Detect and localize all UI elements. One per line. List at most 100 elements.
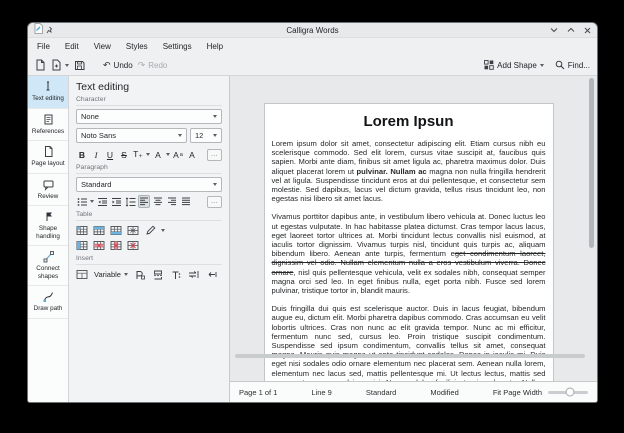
paragraph-more-button[interactable]: ... [207, 196, 222, 208]
insert-table-button[interactable] [76, 224, 88, 237]
zoom-slider[interactable] [548, 391, 588, 394]
titlebar[interactable]: Calligra Words [28, 23, 597, 38]
page-layout-icon [42, 145, 55, 158]
bullet-list-button[interactable] [76, 195, 88, 208]
variable-select[interactable]: Variable [94, 270, 128, 279]
open-dropdown-chevron-icon[interactable] [65, 64, 69, 67]
find-button[interactable]: Find... [555, 60, 590, 70]
tool-tabstrip: Text editing References Page layout Revi… [28, 76, 69, 402]
references-icon [42, 113, 55, 126]
grow-font-button[interactable]: Aa [172, 148, 184, 161]
tab-connect-shapes[interactable]: Connect shapes [28, 246, 68, 286]
redo-icon: ↷ [138, 61, 146, 70]
align-right-button[interactable] [166, 195, 178, 208]
chevron-down-icon [213, 183, 217, 186]
save-button[interactable] [74, 60, 85, 71]
swap-direction-button[interactable] [188, 268, 200, 281]
superscript-subscript-button[interactable]: T₊ [132, 148, 144, 161]
insert-column-button[interactable] [76, 239, 88, 252]
insert-row-below-button[interactable] [110, 224, 122, 237]
tab-draw-path[interactable]: Draw path [28, 286, 68, 319]
indent-more-button[interactable] [110, 195, 122, 208]
delete-row-button[interactable] [93, 239, 105, 252]
document-title: Lorem Ipsun [272, 113, 546, 130]
menu-settings[interactable]: Settings [163, 42, 192, 51]
align-justify-button[interactable] [180, 195, 192, 208]
pin-icon[interactable] [46, 23, 53, 39]
indent-less-button[interactable] [96, 195, 108, 208]
menu-view[interactable]: View [94, 42, 111, 51]
delete-table-button[interactable] [127, 239, 139, 252]
desktop: { "window": { "title": "Calligra Words" … [0, 0, 624, 433]
window-title: Calligra Words [28, 26, 597, 35]
toolbar: ↶ Undo ↷ Redo Add Shape Find... [28, 55, 597, 75]
paragraph[interactable]: Vivamus porttitor dapibus ante, in vesti… [272, 212, 546, 295]
insert-text-button[interactable] [170, 268, 182, 281]
vertical-scrollbar[interactable] [589, 78, 594, 248]
list-chevron-icon[interactable] [90, 200, 94, 203]
document-viewport[interactable]: Lorem Ipsun Lorem ipsum dolor sit amet, … [230, 76, 597, 382]
grow-letter: A [173, 150, 179, 160]
shrink-font-button[interactable]: A [186, 148, 198, 161]
text-color-button[interactable]: A [152, 148, 164, 161]
align-center-button[interactable] [152, 195, 164, 208]
variable-label: Variable [94, 270, 121, 279]
text-editing-icon [42, 80, 55, 93]
connect-shapes-icon [42, 250, 55, 263]
page-indicator[interactable]: Page 1 of 1 [239, 388, 277, 397]
menu-file[interactable]: File [37, 42, 50, 51]
tab-shape-handling[interactable]: Shape handling [28, 206, 68, 246]
tab-text-editing[interactable]: Text editing [28, 76, 68, 109]
close-button[interactable] [584, 27, 591, 34]
border-pen-chevron-icon[interactable] [161, 229, 165, 232]
menu-styles[interactable]: Styles [126, 42, 148, 51]
tab-review[interactable]: Review [28, 174, 68, 207]
font-family-select[interactable]: Noto Sans [76, 128, 187, 143]
italic-button[interactable]: I [90, 148, 102, 161]
document-page[interactable]: Lorem Ipsun Lorem ipsum dolor sit amet, … [264, 103, 554, 382]
character-more-button[interactable]: ... [207, 149, 222, 161]
script-chevron-icon[interactable] [146, 153, 150, 156]
paragraph[interactable]: Lorem ipsum dolor sit amet, consectetur … [272, 139, 546, 203]
strikethrough-button[interactable]: S [118, 148, 130, 161]
text-color-chevron-icon[interactable] [166, 153, 170, 156]
underline-button[interactable]: U [104, 148, 116, 161]
menu-help[interactable]: Help [207, 42, 223, 51]
tab-references[interactable]: References [28, 109, 68, 142]
tab-label: Text editing [32, 95, 64, 103]
undo-button[interactable]: ↶ Undo [103, 61, 133, 70]
maximize-button[interactable] [567, 27, 575, 33]
open-document-button[interactable] [51, 59, 69, 71]
variable-chevron-icon [124, 273, 128, 276]
paragraph-section-label: Paragraph [76, 164, 222, 174]
tab-page-layout[interactable]: Page layout [28, 141, 68, 174]
new-document-button[interactable] [35, 59, 46, 71]
horizontal-scrollbar[interactable] [235, 354, 585, 358]
zoom-mode[interactable]: Fit Page Width [493, 388, 542, 397]
line-spacing-button[interactable] [124, 195, 136, 208]
font-size-select[interactable]: 12 [190, 128, 222, 143]
configure-insert-button[interactable] [206, 268, 218, 281]
character-style-select[interactable]: None [76, 109, 222, 124]
add-shape-chevron-icon [540, 64, 544, 67]
page-break-button[interactable] [152, 268, 164, 281]
table-border-pen-button[interactable] [144, 224, 156, 237]
redo-button[interactable]: ↷ Redo [138, 61, 168, 70]
bold-button[interactable]: B [76, 148, 88, 161]
paragraph[interactable]: Duis fringilla dui quis est scelerisque … [272, 304, 546, 382]
style-indicator[interactable]: Standard [366, 388, 396, 397]
paragraph-style-select[interactable]: Standard [76, 177, 222, 192]
insert-row-above-button[interactable] [93, 224, 105, 237]
delete-column-button[interactable] [110, 239, 122, 252]
special-character-button[interactable] [134, 268, 146, 281]
zoom-slider-handle[interactable] [566, 388, 575, 397]
add-shape-button[interactable]: Add Shape [484, 60, 544, 70]
align-left-button[interactable] [138, 195, 150, 208]
insert-frame-button[interactable] [76, 268, 88, 281]
menu-edit[interactable]: Edit [65, 42, 79, 51]
calligra-words-window: Calligra Words File Edit View Styles [28, 23, 597, 402]
minimize-button[interactable] [550, 27, 558, 33]
grow-mark: a [180, 152, 183, 158]
split-cells-button[interactable] [127, 224, 139, 237]
shape-handling-icon [42, 210, 55, 223]
